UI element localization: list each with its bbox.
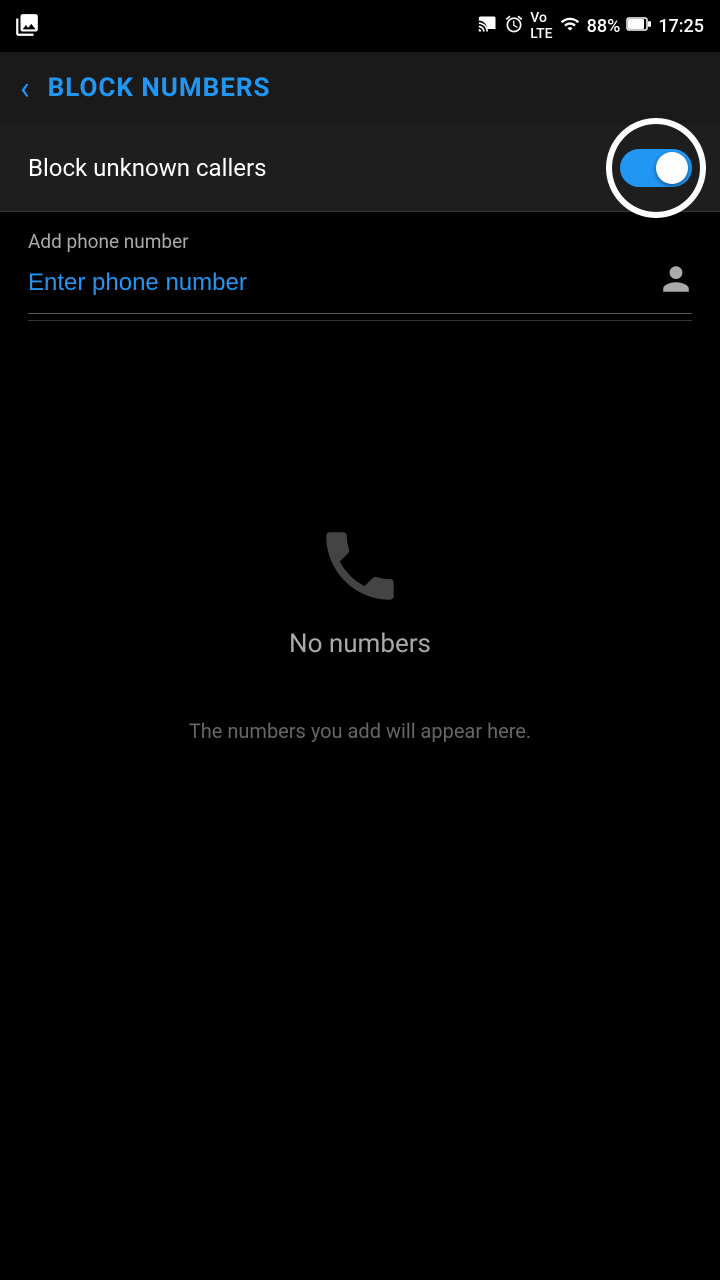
empty-state: No numbers bbox=[0, 521, 720, 659]
battery-percentage: 88% bbox=[587, 16, 621, 37]
status-time: 17:25 bbox=[658, 16, 704, 37]
toggle-thumb bbox=[656, 152, 688, 184]
contacts-icon[interactable] bbox=[660, 263, 692, 303]
add-phone-section: Add phone number bbox=[0, 212, 720, 321]
add-phone-label: Add phone number bbox=[28, 230, 692, 253]
block-unknown-callers-row: Block unknown callers bbox=[0, 124, 720, 212]
empty-phone-icon bbox=[315, 521, 405, 611]
section-divider bbox=[28, 320, 692, 321]
block-unknown-callers-label: Block unknown callers bbox=[28, 154, 267, 182]
hint-text: The numbers you add will appear here. bbox=[0, 719, 720, 743]
app-bar: ‹ BLOCK NUMBERS bbox=[0, 52, 720, 124]
alarm-icon bbox=[504, 14, 524, 38]
phone-number-input[interactable] bbox=[28, 265, 648, 301]
cast-icon bbox=[478, 14, 498, 38]
battery-icon bbox=[626, 16, 652, 36]
block-unknown-callers-toggle-wrapper bbox=[620, 149, 692, 187]
status-bar: VoLTE 88% 17:25 bbox=[0, 0, 720, 52]
phone-input-row bbox=[28, 263, 692, 314]
no-numbers-label: No numbers bbox=[289, 629, 431, 659]
signal-icon bbox=[559, 14, 581, 38]
volte-indicator: VoLTE bbox=[530, 10, 552, 42]
page-title: BLOCK NUMBERS bbox=[48, 73, 271, 103]
block-unknown-callers-toggle[interactable] bbox=[620, 149, 692, 187]
status-icons: VoLTE 88% 17:25 bbox=[478, 10, 704, 42]
gallery-icon bbox=[14, 12, 40, 42]
back-button[interactable]: ‹ bbox=[20, 72, 30, 104]
